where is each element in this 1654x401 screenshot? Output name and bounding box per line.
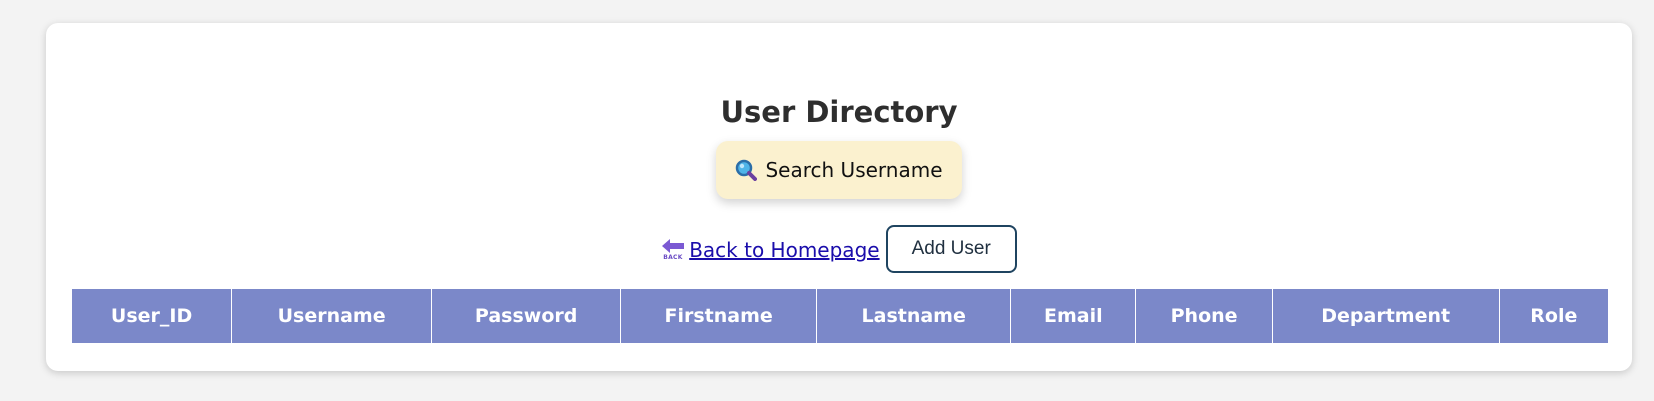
user-table: User_ID Username Password Firstname Last… [72,288,1608,344]
column-header-role: Role [1498,288,1608,344]
column-header-email: Email [1010,288,1137,344]
column-header-user-id: User_ID [72,288,233,344]
user-directory-card: User Directory Search Username BACK Back… [46,23,1632,371]
page-title: User Directory [720,95,958,129]
back-to-homepage-link[interactable]: BACK Back to Homepage [661,236,880,262]
column-header-firstname: Firstname [620,288,818,344]
column-header-password: Password [431,288,622,344]
action-row: BACK Back to Homepage Add User [46,223,1632,275]
add-user-button[interactable]: Add User [885,225,1017,273]
magnifier-icon [735,159,758,181]
column-header-username: Username [231,288,433,344]
table-header-row: User_ID Username Password Firstname Last… [72,288,1608,344]
back-to-homepage-label: Back to Homepage [689,238,880,262]
back-arrow-icon: BACK [661,236,685,262]
back-icon-text: BACK [663,254,683,261]
search-username-button[interactable]: Search Username [716,141,962,199]
column-header-lastname: Lastname [816,288,1012,344]
column-header-department: Department [1271,288,1500,344]
search-username-label: Search Username [765,158,943,182]
column-header-phone: Phone [1135,288,1273,344]
